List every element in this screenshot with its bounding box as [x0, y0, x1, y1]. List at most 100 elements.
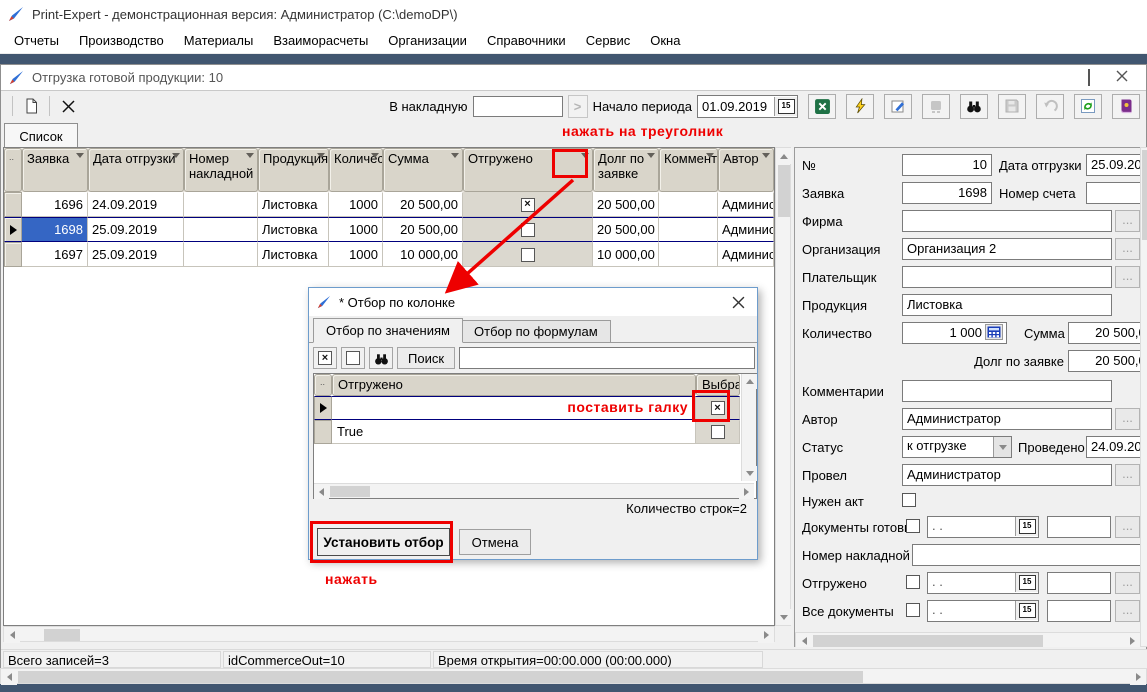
column-header-product[interactable]: Продукция [258, 148, 329, 192]
period-date-value[interactable]: 01.09.2019 [698, 99, 774, 114]
cell-sum[interactable]: 20 500,00 [383, 192, 463, 217]
scroll-down-button[interactable] [776, 609, 792, 625]
scroll-right-button[interactable] [758, 627, 774, 643]
number-field[interactable]: 10 [902, 154, 992, 176]
organization-field[interactable]: Организация 2 [902, 238, 1112, 260]
scroll-thumb[interactable] [330, 486, 370, 497]
find-button[interactable] [960, 94, 988, 119]
save-disabled-button[interactable] [998, 94, 1026, 119]
shipped-user-field[interactable] [1047, 572, 1111, 594]
menu-production[interactable]: Производство [69, 29, 174, 52]
close-button[interactable] [1116, 70, 1128, 85]
calendar-button[interactable]: 15 [1015, 517, 1038, 536]
menu-reports[interactable]: Отчеты [4, 29, 69, 52]
invoice-no-field[interactable] [1086, 182, 1140, 204]
dialog-row[interactable]: True [314, 420, 740, 444]
cell-waybill[interactable] [184, 192, 258, 217]
filter-arrow-icon[interactable] [246, 153, 254, 158]
cell-comment[interactable] [659, 242, 718, 267]
column-header-debt[interactable]: Долг по заявке [593, 148, 659, 192]
check-all-button[interactable]: × [313, 347, 337, 369]
ship-date-field[interactable]: 25.09.2019 [1086, 154, 1140, 176]
column-header-quantity[interactable]: Количество [329, 148, 383, 192]
invoice-input[interactable] [473, 96, 563, 117]
status-combo[interactable]: к отгрузке [902, 436, 1012, 458]
period-date-field[interactable]: 01.09.2019 15 [697, 95, 798, 118]
organization-lookup-button[interactable]: ... [1115, 238, 1140, 260]
cell-debt[interactable]: 10 000,00 [593, 242, 659, 267]
selected-checkbox[interactable] [711, 425, 725, 439]
cell-order[interactable]: 1696 [22, 192, 88, 217]
column-header-value[interactable]: Отгружено [332, 374, 696, 396]
scroll-thumb[interactable] [778, 165, 790, 217]
panel-vscrollbar[interactable] [1140, 147, 1147, 647]
export-excel-button[interactable] [808, 94, 836, 119]
cell-shipped[interactable] [463, 242, 593, 267]
waybill-field[interactable] [912, 544, 1140, 566]
new-record-button[interactable] [18, 95, 44, 118]
shipped-lookup-button[interactable]: ... [1115, 572, 1140, 594]
filter-arrow-icon[interactable] [76, 153, 84, 158]
cell-shipped[interactable] [463, 217, 593, 242]
cell-product[interactable]: Листовка [258, 217, 329, 242]
calendar-button[interactable]: 15 [774, 97, 797, 116]
calendar-button[interactable]: 15 [1015, 601, 1038, 620]
cell-product[interactable]: Листовка [258, 192, 329, 217]
cell-debt[interactable]: 20 500,00 [593, 192, 659, 217]
menu-windows[interactable]: Окна [640, 29, 690, 52]
firm-lookup-button[interactable]: ... [1115, 210, 1140, 232]
poster-lookup-button[interactable]: ... [1115, 464, 1140, 486]
docs-ready-lookup-button[interactable]: ... [1115, 516, 1140, 538]
table-row[interactable]: 1696 24.09.2019 Листовка 1000 20 500,00 … [4, 192, 774, 217]
cell-selected[interactable] [696, 420, 740, 444]
find-values-button[interactable] [369, 347, 393, 369]
cell-ship-date[interactable]: 25.09.2019 [88, 217, 184, 242]
scroll-thumb[interactable] [1142, 150, 1147, 240]
search-input[interactable] [459, 347, 755, 369]
cell-order[interactable]: 1697 [22, 242, 88, 267]
cell-quantity[interactable]: 1000 [329, 242, 383, 267]
order-field[interactable]: 1698 [902, 182, 992, 204]
grid-vscrollbar[interactable] [775, 147, 791, 626]
posted-date-field[interactable]: 24.09.2019 [1086, 436, 1140, 458]
shipped-checkbox[interactable] [521, 248, 535, 262]
cell-comment[interactable] [659, 192, 718, 217]
combo-dropdown-button[interactable] [993, 437, 1011, 457]
column-header-waybill[interactable]: Номер накладной [184, 148, 258, 192]
cell-quantity[interactable]: 1000 [329, 192, 383, 217]
cell-ship-date[interactable]: 25.09.2019 [88, 242, 184, 267]
menu-organizations[interactable]: Организации [378, 29, 477, 52]
shipped-checkbox[interactable]: × [521, 198, 535, 212]
tab-list[interactable]: Список [4, 123, 78, 148]
delete-record-button[interactable] [55, 95, 81, 118]
cell-sum[interactable]: 10 000,00 [383, 242, 463, 267]
dialog-vscrollbar[interactable] [741, 374, 756, 481]
filter-arrow-icon[interactable] [451, 153, 459, 158]
cell-author[interactable]: Администратор [718, 192, 774, 217]
to-invoice-button[interactable]: > [568, 95, 588, 118]
cell-waybill[interactable] [184, 242, 258, 267]
act-needed-checkbox[interactable] [902, 493, 916, 507]
product-field[interactable]: Листовка [902, 294, 1112, 316]
menu-materials[interactable]: Материалы [174, 29, 264, 52]
cell-sum[interactable]: 20 500,00 [383, 217, 463, 242]
column-header-comment[interactable]: Комментарий [659, 148, 718, 192]
cell-ship-date[interactable]: 24.09.2019 [88, 192, 184, 217]
menu-service[interactable]: Сервис [576, 29, 641, 52]
alldocs-lookup-button[interactable]: ... [1115, 600, 1140, 622]
undo-disabled-button[interactable] [1036, 94, 1064, 119]
shipped-checkbox[interactable] [521, 223, 535, 237]
cell-comment[interactable] [659, 217, 718, 242]
scroll-thumb[interactable] [44, 629, 80, 641]
search-button[interactable]: Поиск [397, 347, 455, 369]
scroll-thumb[interactable] [18, 671, 863, 683]
firm-field[interactable] [902, 210, 1112, 232]
filter-arrow-icon[interactable] [172, 153, 180, 158]
recalculate-button[interactable] [846, 94, 874, 119]
menu-settlements[interactable]: Взаиморасчеты [263, 29, 378, 52]
scroll-thumb[interactable] [813, 635, 1043, 647]
payer-lookup-button[interactable]: ... [1115, 266, 1140, 288]
cell-product[interactable]: Листовка [258, 242, 329, 267]
column-header-ship-date[interactable]: Дата отгрузки [88, 148, 184, 192]
table-row[interactable]: 1697 25.09.2019 Листовка 1000 10 000,00 … [4, 242, 774, 267]
